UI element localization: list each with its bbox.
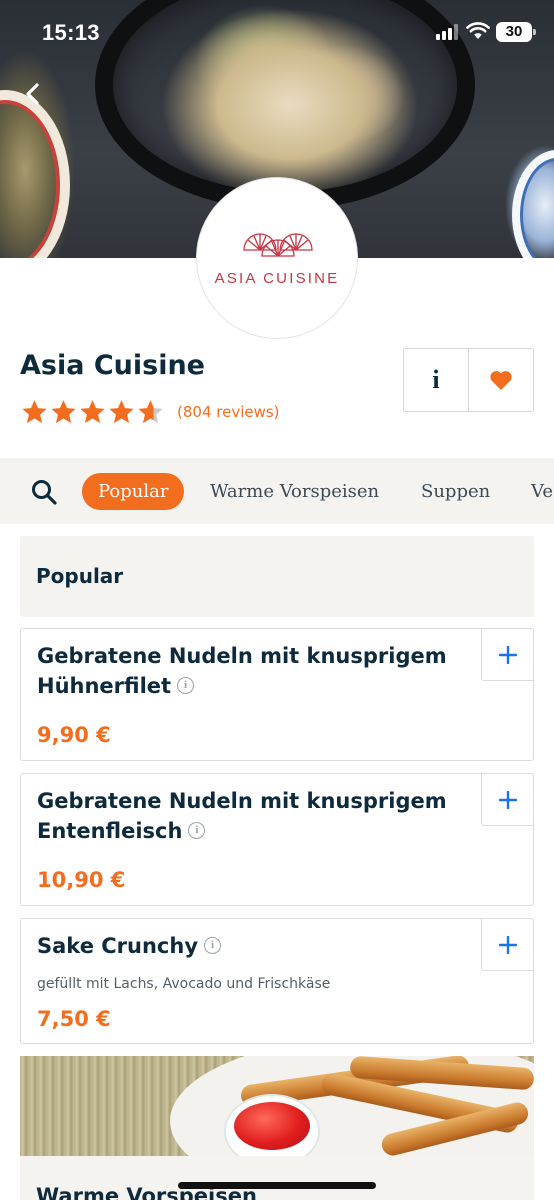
menu-item-name: Gebratene Nudeln mit knusprigem Hühnerfi… [37,644,447,698]
star-icon [51,400,76,424]
menu-item-price: 9,90 € [37,723,111,747]
tab-suppen[interactable]: Suppen [421,473,490,510]
star-half-icon [138,400,163,424]
heart-icon [490,371,512,390]
wifi-icon [466,22,490,39]
menu-item-card[interactable]: Gebratene Nudeln mit knusprigem Entenfle… [20,773,534,906]
section-warme-vorspeisen[interactable]: Warme Vorspeisen [20,1056,534,1200]
star-icon [80,400,105,424]
logo-wordmark: ASIA CUISINE [214,270,340,287]
tab-warme-vorspeisen[interactable]: Warme Vorspeisen [210,473,379,510]
section-photo-spring-rolls [20,1056,534,1156]
menu-item-price: 10,90 € [37,868,126,892]
menu-item-card[interactable]: Sake Crunchy i gefüllt mit Lachs, Avocado… [20,918,534,1044]
restaurant-name: Asia Cuisine [20,350,205,381]
plus-icon [498,645,517,664]
plus-icon [498,790,517,809]
rating-stars [20,398,165,426]
tab-next-category[interactable]: Ve [531,473,553,510]
tab-popular[interactable]: Popular [82,473,185,510]
status-time: 15:13 [42,20,100,45]
info-icon: i [432,365,440,394]
menu-item-card[interactable]: Gebratene Nudeln mit knusprigem Hühnerfi… [20,628,534,761]
restaurant-logo: ASIA CUISINE [196,177,358,339]
star-icon [109,400,134,424]
info-icon[interactable]: i [204,936,222,954]
star-icon [22,400,47,424]
status-bar: 15:13 30 [0,0,554,66]
info-icon[interactable]: i [177,676,195,694]
fan-logo-icon [243,233,313,257]
info-button[interactable]: i [404,349,468,411]
add-item-button[interactable] [481,628,534,681]
menu-item-name: Gebratene Nudeln mit knusprigem Entenfle… [37,789,447,843]
favorite-button[interactable] [468,349,533,411]
search-icon[interactable] [30,478,58,506]
add-item-button[interactable] [481,918,534,971]
back-arrow-icon[interactable] [18,78,50,110]
menu-item-description: gefüllt mit Lachs, Avocado und Frischkäs… [37,976,331,992]
battery-indicator: 30 [496,22,536,42]
home-indicator[interactable] [178,1182,376,1189]
section-header-popular: Popular [20,536,534,617]
reviews-link[interactable]: (804 reviews) [177,403,280,421]
cellular-signal-icon [436,24,458,40]
info-icon[interactable]: i [188,821,206,839]
header-actions: i [403,348,534,412]
category-bar: Popular Warme Vorspeisen Suppen Ve [0,458,554,524]
chili-sauce [234,1102,310,1150]
sauce-bowl [226,1096,318,1156]
menu-item-name: Sake Crunchy i [37,931,477,961]
menu-item-price: 7,50 € [37,1007,111,1031]
add-item-button[interactable] [481,773,534,826]
plus-icon [498,935,517,954]
section-title: Popular [36,564,124,588]
